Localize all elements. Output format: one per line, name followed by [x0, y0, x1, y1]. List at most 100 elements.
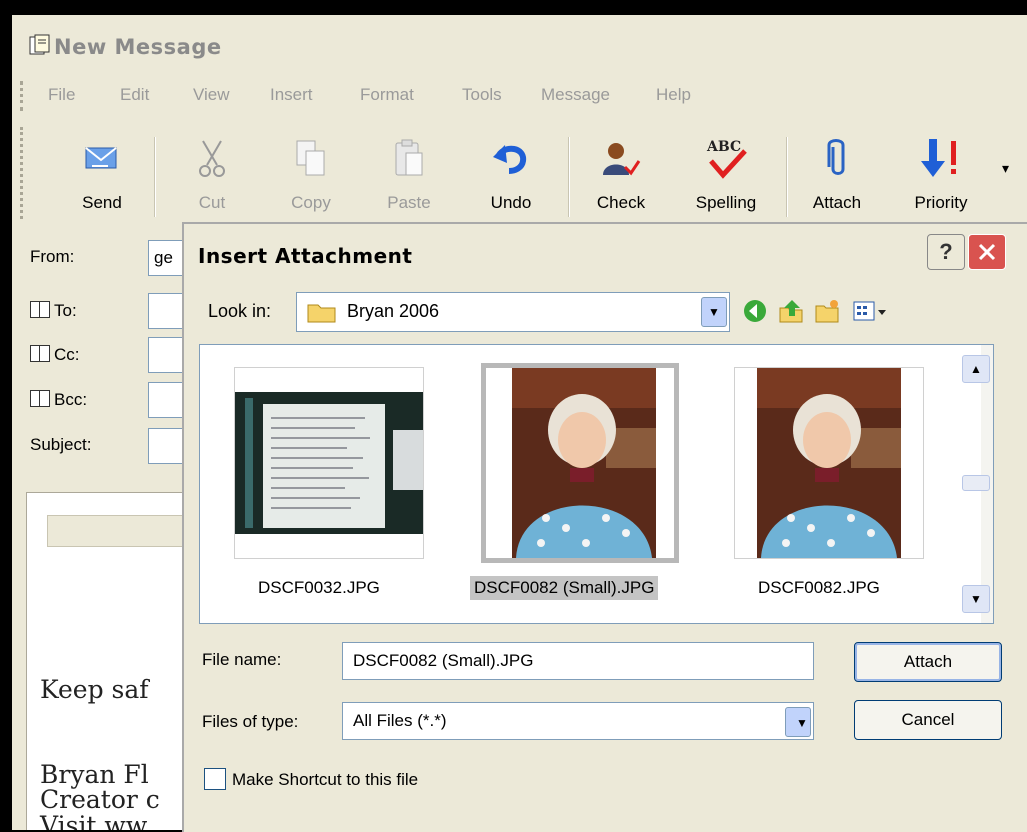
- menu-file[interactable]: File: [48, 85, 75, 105]
- new-folder-icon[interactable]: [814, 298, 840, 324]
- file-thumbnail-selected[interactable]: [481, 363, 679, 563]
- from-label: From:: [30, 247, 75, 266]
- spelling-button[interactable]: ABC Spelling: [686, 133, 766, 213]
- new-message-icon: [29, 34, 50, 55]
- bcc-label[interactable]: Bcc:: [30, 390, 87, 410]
- attach-label: Attach: [812, 193, 862, 212]
- toolbar-separator: [154, 137, 156, 217]
- file-preview-image: [757, 368, 901, 558]
- svg-text:ABC: ABC: [706, 139, 741, 155]
- help-button[interactable]: ?: [927, 234, 965, 270]
- cc-label[interactable]: Cc:: [30, 345, 80, 365]
- file-thumbnail[interactable]: [234, 367, 424, 559]
- undo-button[interactable]: Undo: [478, 133, 544, 213]
- up-folder-icon[interactable]: [778, 298, 804, 324]
- scroll-thumb[interactable]: [962, 475, 990, 491]
- menu-help[interactable]: Help: [656, 85, 691, 105]
- menu-grip: [20, 81, 26, 111]
- undo-label: Undo: [490, 193, 532, 212]
- file-name-caption[interactable]: DSCF0032.JPG: [254, 576, 384, 600]
- look-in-value: Bryan 2006: [347, 301, 440, 321]
- priority-button[interactable]: Priority: [900, 133, 982, 213]
- file-name-caption[interactable]: DSCF0082.JPG: [754, 576, 884, 600]
- cancel-button[interactable]: Cancel: [854, 700, 1002, 740]
- scroll-up-button[interactable]: ▲: [962, 355, 990, 383]
- files-of-type-dropdown-button[interactable]: ▼: [785, 707, 811, 737]
- to-label-text: To:: [54, 301, 77, 320]
- back-icon[interactable]: [742, 298, 768, 324]
- address-book-icon: [30, 390, 50, 407]
- paperclip-icon: [827, 139, 845, 175]
- check-label: Check: [596, 193, 646, 212]
- toolbar-separator: [786, 137, 788, 217]
- copy-label: Copy: [291, 193, 331, 212]
- paste-button[interactable]: Paste: [376, 133, 442, 213]
- window-title: New Message: [54, 35, 222, 59]
- menu-format[interactable]: Format: [360, 85, 414, 105]
- send-icon: [85, 147, 117, 169]
- format-bar: [47, 515, 199, 547]
- files-of-type-select[interactable]: All Files (*.*) ▼: [342, 702, 814, 740]
- title-bar: New Message: [12, 15, 1027, 65]
- view-menu-icon[interactable]: [852, 298, 888, 324]
- file-thumbnail[interactable]: [734, 367, 924, 559]
- from-value: ge: [154, 248, 173, 267]
- cut-label: Cut: [198, 193, 226, 212]
- send-button[interactable]: Send: [67, 133, 137, 213]
- subject-label: Subject:: [30, 435, 92, 454]
- file-list[interactable]: DSCF0032.JPG DSCF0082 (Small).JPG DSCF00…: [199, 344, 994, 624]
- chevron-up-icon: ▲: [970, 362, 982, 376]
- menu-view[interactable]: View: [193, 85, 230, 105]
- priority-label: Priority: [914, 193, 968, 212]
- scissors-icon: [199, 140, 225, 177]
- body-line: Keep saf: [40, 675, 149, 704]
- menu-message[interactable]: Message: [541, 85, 610, 105]
- undo-icon: [493, 145, 527, 174]
- paste-icon: [395, 139, 423, 176]
- body-line: Visit ww: [40, 811, 148, 830]
- folder-icon: [307, 304, 336, 323]
- spelling-label: Spelling: [695, 193, 757, 212]
- file-name-caption-selected[interactable]: DSCF0082 (Small).JPG: [470, 576, 659, 600]
- dialog-title: Insert Attachment: [198, 244, 413, 268]
- address-book-icon: [30, 301, 50, 318]
- files-of-type-label: Files of type:: [202, 712, 299, 731]
- menu-insert[interactable]: Insert: [270, 85, 313, 105]
- close-button[interactable]: [968, 234, 1006, 270]
- copy-button[interactable]: Copy: [278, 133, 344, 213]
- send-label: Send: [82, 193, 122, 212]
- scroll-down-button[interactable]: ▼: [962, 585, 990, 613]
- menu-tools[interactable]: Tools: [462, 85, 502, 105]
- make-shortcut-label[interactable]: Make Shortcut to this file: [232, 770, 418, 790]
- chevron-down-icon: ▼: [970, 592, 982, 606]
- spelling-icon: ABC: [706, 139, 747, 179]
- files-of-type-value: All Files (*.*): [353, 711, 447, 730]
- priority-icon: [921, 139, 956, 177]
- to-label[interactable]: To:: [30, 301, 77, 321]
- insert-attachment-dialog: Insert Attachment ? Look in: Bryan 2006 …: [182, 222, 1027, 832]
- file-name-input[interactable]: DSCF0082 (Small).JPG: [342, 642, 814, 680]
- file-name-value: DSCF0082 (Small).JPG: [353, 651, 534, 670]
- cut-button[interactable]: Cut: [182, 133, 242, 213]
- look-in-label: Look in:: [208, 301, 272, 321]
- look-in-select[interactable]: Bryan 2006 ▼: [296, 292, 730, 332]
- chevron-down-icon: ▼: [708, 305, 720, 319]
- toolbar-separator: [568, 137, 570, 217]
- file-preview-image: [512, 368, 656, 558]
- make-shortcut-checkbox[interactable]: [204, 768, 226, 790]
- toolbar-overflow-icon[interactable]: ▾: [1002, 160, 1009, 177]
- check-names-icon: [603, 143, 641, 176]
- copy-icon: [296, 140, 325, 176]
- attach-dialog-button[interactable]: Attach: [854, 642, 1002, 682]
- menu-edit[interactable]: Edit: [120, 85, 149, 105]
- look-in-dropdown-button[interactable]: ▼: [701, 297, 727, 327]
- file-preview-image: [235, 392, 423, 534]
- chevron-down-icon: ▼: [796, 716, 808, 730]
- check-names-button[interactable]: Check: [588, 133, 654, 213]
- toolbar-grip: [20, 127, 26, 219]
- body-line: Creator c: [40, 785, 160, 814]
- address-book-icon: [30, 345, 50, 362]
- cc-label-text: Cc:: [54, 345, 80, 364]
- menu-bar: [12, 77, 1027, 113]
- attach-button[interactable]: Attach: [802, 133, 872, 213]
